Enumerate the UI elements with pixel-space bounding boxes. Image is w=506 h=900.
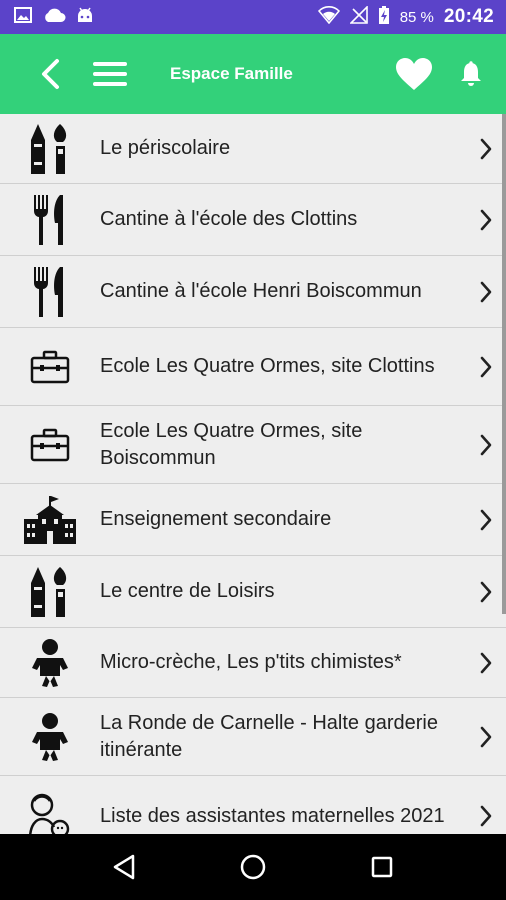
cloud-notification-icon [42, 7, 66, 28]
briefcase-icon [0, 328, 100, 405]
art-supplies-icon [0, 556, 100, 627]
list-item[interactable]: Le centre de Loisirs [0, 556, 506, 628]
triangle-back-icon [114, 854, 135, 880]
notifications-button[interactable] [456, 54, 486, 94]
list-item[interactable]: La Ronde de Carnelle - Halte garderie it… [0, 698, 506, 776]
list-item-label: Enseignement secondaire [100, 508, 332, 530]
list-item-label: Cantine à l'école Henri Boiscommun [100, 280, 422, 302]
scrollbar[interactable] [502, 114, 506, 614]
chevron-right-icon [466, 509, 506, 531]
bell-icon [461, 61, 481, 86]
nav-home-button[interactable] [233, 847, 273, 887]
chevron-right-icon [466, 652, 506, 674]
list-item[interactable]: Enseignement secondaire [0, 484, 506, 556]
chevron-right-icon [466, 356, 506, 378]
status-bar: 85 % 20:42 [0, 0, 506, 34]
fork-knife-icon [0, 256, 100, 327]
battery-charging-icon [378, 5, 390, 30]
chevron-right-icon [466, 434, 506, 456]
chevron-right-icon [466, 805, 506, 827]
chevron-right-icon [466, 581, 506, 603]
system-navigation-bar [0, 834, 506, 900]
list-item[interactable]: Ecole Les Quatre Ormes, site Boiscommun [0, 406, 506, 484]
chevron-right-icon [466, 726, 506, 748]
list-item[interactable]: Micro-crèche, Les p'tits chimistes* [0, 628, 506, 698]
baby-icon [0, 628, 100, 697]
favorites-button[interactable] [390, 50, 438, 98]
chevron-right-icon [466, 209, 506, 231]
list-item[interactable]: Liste des assistantes maternelles 2021 [0, 776, 506, 834]
baby-icon [0, 698, 100, 775]
list-item-label: Ecole Les Quatre Ormes, site Boiscommun [100, 419, 363, 469]
list-item-label: Micro-crèche, Les p'tits chimistes* [100, 651, 402, 673]
list-item-label: La Ronde de Carnelle - Halte garderie it… [100, 711, 438, 761]
menu-list: Le périscolaire Cantine à l'école des Cl… [0, 114, 506, 834]
list-item[interactable]: Cantine à l'école des Clottins [0, 184, 506, 256]
list-item-label: Cantine à l'école des Clottins [100, 208, 358, 230]
list-item-label: Le périscolaire [100, 137, 231, 159]
app-toolbar: Espace Famille [0, 34, 506, 114]
nav-recents-button[interactable] [362, 847, 402, 887]
briefcase-icon [0, 406, 100, 483]
android-notification-icon [76, 6, 94, 29]
back-arrow-icon [42, 59, 59, 89]
fork-knife-icon [0, 184, 100, 255]
nav-back-button[interactable] [104, 847, 144, 887]
wifi-icon [317, 5, 340, 29]
no-signal-icon [348, 4, 368, 29]
caregiver-icon [0, 776, 100, 834]
image-notification-icon [14, 6, 32, 29]
list-item[interactable]: Cantine à l'école Henri Boiscommun [0, 256, 506, 328]
hamburger-menu-icon [93, 62, 127, 86]
chevron-right-icon [466, 138, 506, 160]
school-building-icon [0, 484, 100, 555]
chevron-right-icon [466, 281, 506, 303]
list-item-label: Liste des assistantes maternelles 2021 [100, 804, 445, 827]
list-item[interactable]: Le périscolaire [0, 114, 506, 184]
clock: 20:42 [443, 6, 494, 27]
back-button[interactable] [30, 54, 70, 94]
list-item[interactable]: Ecole Les Quatre Ormes, site Clottins [0, 328, 506, 406]
heart-icon [396, 58, 432, 90]
list-item-label: Ecole Les Quatre Ormes, site Clottins [100, 355, 435, 377]
battery-percentage: 85 % [399, 8, 434, 26]
square-recents-icon [371, 856, 392, 878]
art-supplies-icon [0, 114, 100, 183]
circle-home-icon [240, 854, 266, 880]
page-title: Espace Famille [170, 64, 293, 83]
list-item-label: Le centre de Loisirs [100, 580, 275, 602]
menu-button[interactable] [88, 54, 132, 94]
